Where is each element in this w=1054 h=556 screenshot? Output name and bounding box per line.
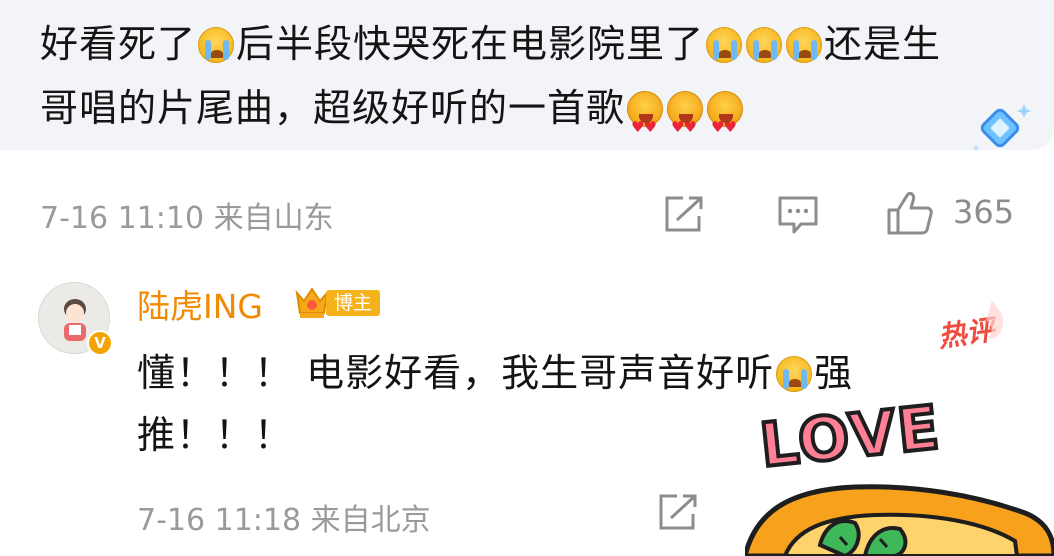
- heart-eyes-emoji: [667, 91, 704, 159]
- comment-card[interactable]: 好看死了 后半段快哭死在电影院里了 还是生哥唱的片尾曲，超级好听的一首歌: [0, 0, 1054, 159]
- reply-username[interactable]: 陆虎ING: [137, 280, 263, 328]
- heart-eyes-emoji: [707, 91, 744, 159]
- reply-meta: 7-16 11:18 来自北京: [137, 503, 431, 538]
- text-segment: 后半段快哭死在电影院里了: [236, 22, 705, 66]
- thumbs-up-icon[interactable]: [886, 190, 934, 236]
- comment-text: 好看死了 后半段快哭死在电影院里了 还是生哥唱的片尾曲，超级好听的一首歌: [40, 12, 980, 159]
- verified-badge-icon: V: [87, 330, 113, 356]
- heart-eyes-emoji: [627, 91, 664, 159]
- blogger-badge: 博主: [326, 290, 381, 316]
- cry-emoji: [776, 356, 813, 392]
- comment-icon[interactable]: [777, 195, 819, 235]
- text-segment: 好看死了: [40, 22, 197, 66]
- cry-emoji: [706, 27, 743, 63]
- cry-emoji: [198, 27, 235, 63]
- reply-share-icon[interactable]: [657, 493, 699, 531]
- diamond-badge-icon: [972, 104, 1031, 152]
- text-segment: 懂！！！ 电影好看，我生哥声音好听: [137, 351, 775, 395]
- like-count: 365: [953, 193, 1015, 231]
- cry-emoji: [786, 27, 823, 63]
- flame-icon: [986, 300, 1004, 339]
- share-icon[interactable]: [663, 195, 705, 233]
- comment-meta: 7-16 11:10 来自山东: [40, 201, 334, 236]
- cry-emoji: [746, 27, 783, 63]
